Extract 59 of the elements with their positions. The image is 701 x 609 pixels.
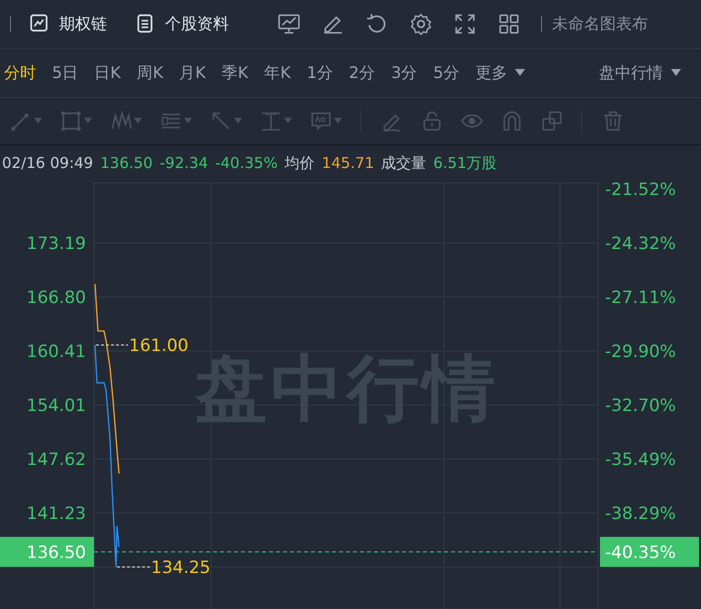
quote-value: -40.35% xyxy=(215,154,278,172)
quote-value: 136.50 xyxy=(100,154,153,172)
fullscreen-icon[interactable] xyxy=(454,13,476,35)
trash-icon[interactable] xyxy=(602,110,624,132)
period-tab[interactable]: 3分 xyxy=(383,62,426,84)
quote-value: 02/16 09:49 xyxy=(2,154,94,172)
rectangle-tool-icon[interactable] xyxy=(60,110,92,132)
period-tab[interactable]: 2分 xyxy=(340,62,384,84)
percent-axis-label: -38.29% xyxy=(605,504,676,524)
percent-axis-label: -24.32% xyxy=(605,234,676,254)
price-axis-label: 173.19 xyxy=(26,234,86,254)
height-tool-icon[interactable] xyxy=(260,110,292,132)
percent-badge: -40.35% xyxy=(600,536,699,567)
grid-icon[interactable] xyxy=(498,13,520,35)
caret-icon xyxy=(515,69,526,77)
toolbar-link[interactable]: 期权链 xyxy=(21,13,115,35)
period-tab[interactable]: 月K xyxy=(171,62,214,84)
quote-value: 145.71 xyxy=(322,154,374,172)
period-tab[interactable]: 季K xyxy=(214,62,256,84)
percent-axis-label: -32.70% xyxy=(605,396,676,416)
period-tab[interactable]: 5分 xyxy=(425,62,468,84)
percent-axis-label: -29.90% xyxy=(605,342,676,362)
leader-line xyxy=(116,566,150,568)
period-tab[interactable]: 周K xyxy=(128,62,172,84)
high-price-label: 161.00 xyxy=(129,336,188,356)
quote-value: 成交量 xyxy=(381,154,426,172)
price-axis-label: 141.23 xyxy=(26,504,86,524)
period-tab[interactable]: 年K xyxy=(256,62,299,84)
price-axis-label: 147.62 xyxy=(26,450,86,470)
period-tab[interactable]: 5日 xyxy=(44,62,86,84)
lock-icon[interactable] xyxy=(421,110,443,132)
quote-value: 均价 xyxy=(284,154,315,172)
percent-axis-label: -35.49% xyxy=(605,450,676,470)
text-box-icon[interactable] xyxy=(310,110,342,132)
price-axis-label: 160.41 xyxy=(26,342,86,362)
price-axis-label: 154.01 xyxy=(26,396,86,416)
period-tab[interactable]: 分时 xyxy=(0,62,44,84)
toolbar-link[interactable]: 个股资料 xyxy=(127,13,237,35)
quote-value: -92.34 xyxy=(160,154,208,172)
zigzag-tool-icon[interactable] xyxy=(110,110,142,132)
layout-name[interactable]: 未命名图表布 xyxy=(552,14,648,34)
session-dropdown[interactable]: 盘中行情 xyxy=(591,62,689,84)
more-dropdown[interactable]: 更多 xyxy=(467,62,534,84)
quote-value: 6.51万股 xyxy=(433,154,497,172)
leader-line xyxy=(96,344,128,346)
period-tab[interactable]: 日K xyxy=(86,62,129,84)
percent-axis-label: -21.52% xyxy=(605,180,676,200)
monitor-chart-icon[interactable] xyxy=(278,13,300,35)
refresh-icon[interactable] xyxy=(366,13,388,35)
percent-axis-label: -27.11% xyxy=(605,288,676,308)
period-tab[interactable]: 1分 xyxy=(298,62,341,84)
price-badge: 136.50 xyxy=(0,536,94,567)
arrow-tool-icon[interactable] xyxy=(210,110,242,132)
layers-icon[interactable] xyxy=(541,110,563,132)
settings-icon[interactable] xyxy=(410,13,432,35)
magnet-icon[interactable] xyxy=(501,110,523,132)
price-axis-label: 166.80 xyxy=(26,288,86,308)
low-price-label: 134.25 xyxy=(151,558,210,578)
caret-icon xyxy=(671,69,681,77)
